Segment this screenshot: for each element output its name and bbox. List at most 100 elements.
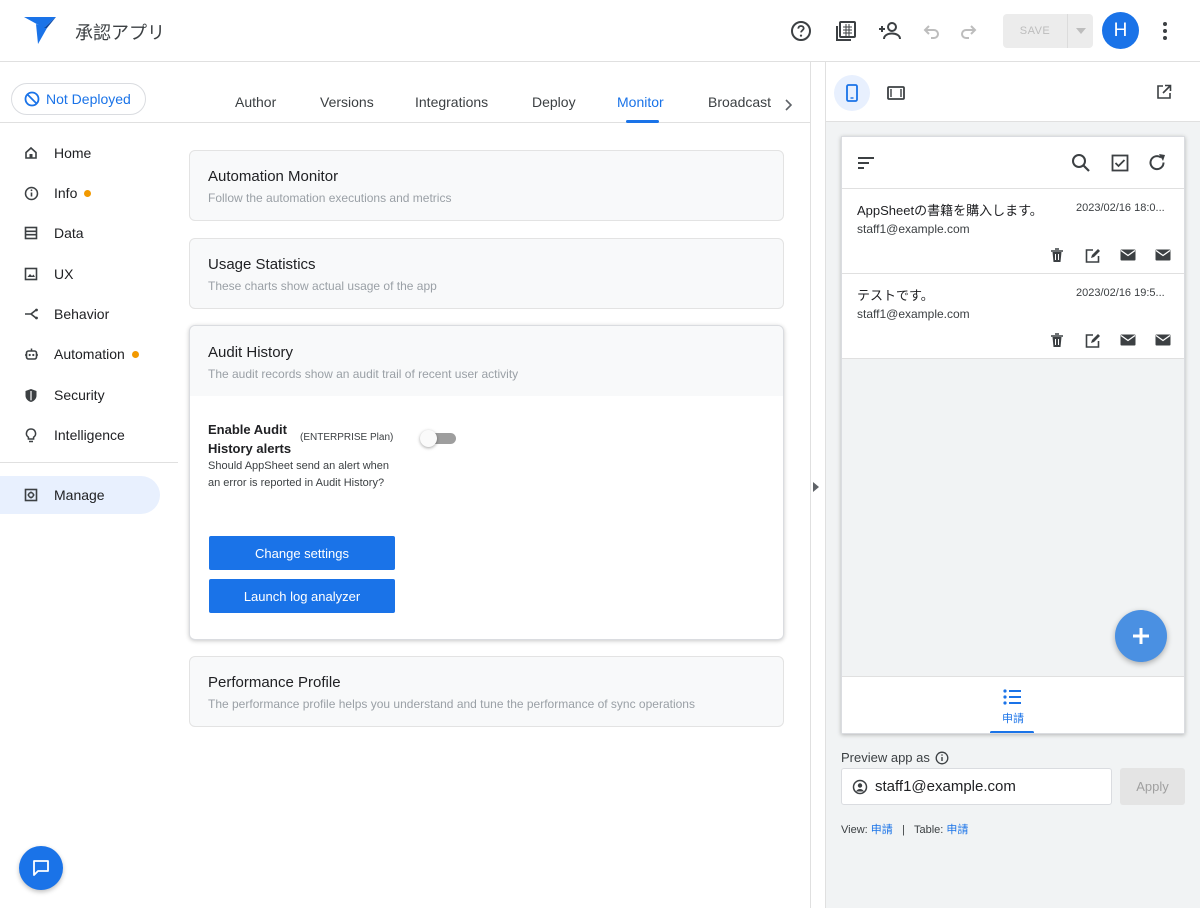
automation-monitor-card[interactable]: Automation Monitor Follow the automation… (189, 150, 784, 221)
performance-profile-card[interactable]: Performance Profile The performance prof… (189, 656, 784, 727)
info-icon[interactable] (935, 751, 949, 765)
sidebar-item-info[interactable]: Info (0, 175, 160, 211)
undo-icon[interactable] (919, 18, 945, 44)
deploy-status-label: Not Deployed (46, 91, 131, 107)
plan-label: (ENTERPRISE Plan) (300, 432, 394, 443)
sidebar-item-label: UX (54, 266, 74, 282)
tab-versions[interactable]: Versions (320, 94, 374, 110)
tab-deploy[interactable]: Deploy (532, 94, 576, 110)
sidebar-item-label: Security (54, 387, 105, 403)
notification-dot (84, 189, 92, 197)
card-subtitle: The performance profile helps you unders… (208, 697, 695, 711)
save-dropdown-button[interactable] (1067, 14, 1093, 48)
tab-integrations[interactable]: Integrations (415, 94, 488, 110)
redo-icon[interactable] (955, 18, 981, 44)
preview-as-input[interactable]: staff1@example.com (841, 768, 1112, 805)
sidebar-item-intelligence[interactable]: Intelligence (0, 417, 160, 453)
sidebar-divider (0, 462, 178, 463)
add-record-button[interactable] (1115, 610, 1167, 662)
avatar[interactable]: H (1102, 12, 1139, 49)
select-checkbox-icon[interactable] (1109, 152, 1131, 174)
enable-alerts-label: Enable Audit History alerts (208, 422, 292, 456)
add-person-icon[interactable] (877, 18, 903, 44)
card-subtitle: Follow the automation executions and met… (208, 191, 452, 205)
usage-statistics-card[interactable]: Usage Statistics These charts show actua… (189, 238, 784, 309)
app-bottom-nav: 申請 (842, 676, 1184, 733)
audit-alerts-toggle[interactable] (420, 430, 456, 447)
change-settings-button[interactable]: Change settings (209, 536, 395, 570)
manage-icon (22, 486, 40, 504)
notification-dot (131, 350, 139, 358)
ux-icon (22, 265, 40, 283)
alerts-description: Should AppSheet send an alert when an er… (208, 460, 390, 489)
account-circle-icon (852, 779, 868, 794)
email-icon[interactable] (1154, 332, 1172, 348)
separator: | (901, 824, 905, 836)
shield-icon (22, 386, 40, 404)
sidebar-item-home[interactable]: Home (0, 135, 160, 171)
tab-author[interactable]: Author (235, 94, 276, 110)
app-header: 承認アプリ SAVE H (0, 0, 1200, 62)
apply-button[interactable]: Apply (1120, 768, 1185, 805)
sync-refresh-icon[interactable] (1146, 152, 1168, 174)
sort-menu-icon[interactable] (855, 152, 877, 174)
search-icon[interactable] (1070, 152, 1092, 174)
sidebar-item-data[interactable]: Data (0, 215, 160, 251)
edit-icon[interactable] (1084, 247, 1102, 263)
card-title: Usage Statistics (208, 256, 316, 273)
tablet-view-button[interactable] (878, 75, 914, 111)
save-button[interactable]: SAVE (1003, 14, 1067, 48)
app-preview-frame: AppSheetの書籍を購入します。 2023/02/16 18:0... st… (841, 136, 1185, 734)
list-item[interactable]: テストです。 2023/02/16 19:5... staff1@example… (842, 274, 1184, 359)
delete-icon[interactable] (1048, 247, 1066, 263)
preview-toolbar (826, 62, 1200, 122)
preview-as-text: Preview app as (841, 750, 930, 765)
sidebar-item-label: Manage (54, 487, 105, 503)
card-title: Performance Profile (208, 674, 341, 691)
email-icon[interactable] (1119, 332, 1137, 348)
audit-history-header[interactable]: Audit History The audit records show an … (190, 326, 783, 396)
card-subtitle: The audit records show an audit trail of… (208, 367, 519, 381)
sidebar-item-label: Intelligence (54, 427, 125, 443)
active-tab-indicator (626, 120, 659, 123)
bottom-tab-label[interactable]: 申請 (1002, 710, 1024, 726)
appsheet-logo[interactable] (22, 14, 58, 46)
data-icon (22, 224, 40, 242)
view-link[interactable]: 申請 (871, 824, 893, 836)
sidebar-item-label: Automation (54, 346, 125, 362)
sidebar-item-security[interactable]: Security (0, 377, 160, 413)
email-icon[interactable] (1119, 247, 1137, 263)
row-title: AppSheetの書籍を購入します。 (857, 203, 1043, 218)
table-label: Table: (913, 824, 944, 836)
phone-icon (846, 84, 858, 102)
chevron-right-icon[interactable] (784, 98, 793, 116)
list-item[interactable]: AppSheetの書籍を購入します。 2023/02/16 18:0... st… (842, 189, 1184, 274)
mobile-view-button[interactable] (834, 75, 870, 111)
open-in-new-icon[interactable] (1156, 84, 1172, 105)
lightbulb-icon (22, 426, 40, 444)
table-link[interactable]: 申請 (946, 824, 968, 836)
delete-icon[interactable] (1048, 332, 1066, 348)
row-date: 2023/02/16 19:5... (1076, 287, 1165, 299)
email-icon[interactable] (1154, 247, 1172, 263)
tab-monitor[interactable]: Monitor (617, 94, 664, 110)
row-date: 2023/02/16 18:0... (1076, 202, 1165, 214)
sidebar-item-label: Home (54, 145, 92, 161)
copy-app-icon[interactable] (833, 18, 859, 44)
sidebar-item-behavior[interactable]: Behavior (0, 296, 160, 332)
help-icon[interactable] (788, 18, 814, 44)
sidebar-item-ux[interactable]: UX (0, 256, 160, 292)
launch-log-analyzer-button[interactable]: Launch log analyzer (209, 579, 395, 613)
edit-icon[interactable] (1084, 332, 1102, 348)
sidebar-divider (0, 122, 178, 123)
audit-history-card: Audit History The audit records show an … (189, 325, 784, 640)
collapse-preview-icon[interactable] (813, 479, 819, 497)
plus-icon (1133, 628, 1149, 644)
more-options-icon[interactable] (1155, 18, 1175, 44)
list-view-icon[interactable] (1002, 688, 1022, 711)
chat-button[interactable] (19, 846, 63, 890)
sidebar-item-automation[interactable]: Automation (0, 336, 160, 372)
sidebar-item-manage[interactable]: Manage (0, 476, 160, 514)
deploy-status-chip[interactable]: Not Deployed (11, 83, 146, 115)
tab-broadcast[interactable]: Broadcast (708, 94, 771, 110)
